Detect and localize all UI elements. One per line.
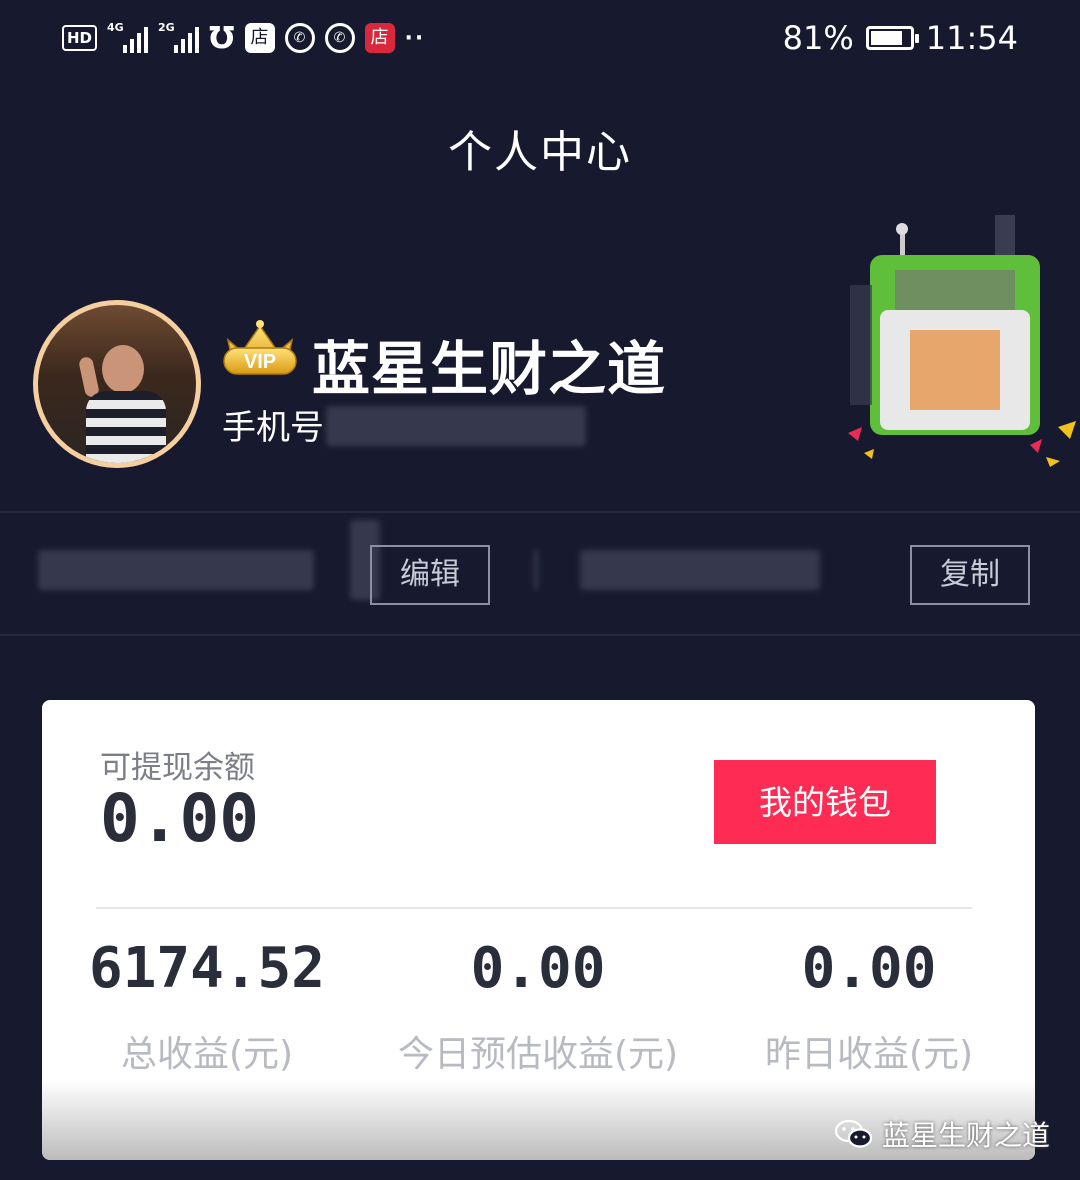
- stat-total-earnings[interactable]: 6174.52 总收益(元): [42, 936, 372, 1077]
- stat-yesterday-earnings[interactable]: 0.00 昨日收益(元): [704, 936, 1034, 1077]
- avatar[interactable]: [33, 300, 201, 468]
- battery-fill: [870, 31, 902, 45]
- signal-4g-icon: 4G: [107, 21, 149, 53]
- u-icon: Ʊ: [209, 20, 235, 56]
- watermark: 蓝星生财之道: [834, 1114, 1050, 1154]
- stat-value: 0.00: [801, 936, 937, 1001]
- store-icon: 店: [244, 23, 275, 53]
- more-dots-icon: ··: [404, 25, 426, 51]
- stat-label: 总收益(元): [120, 1034, 294, 1075]
- vip-crown-icon: VIP: [223, 320, 297, 375]
- avatar-body: [86, 391, 166, 463]
- status-icons-right: 81% 11:54: [783, 18, 1018, 58]
- phone-number-redacted: [326, 406, 586, 446]
- stat-value: 6174.52: [88, 936, 325, 1001]
- edit-button[interactable]: 编辑: [370, 545, 490, 605]
- clock: 11:54: [925, 19, 1018, 57]
- username: 蓝星生财之道: [312, 335, 667, 403]
- whatsapp-icon: ✆: [284, 23, 315, 53]
- redacted-text: [580, 550, 820, 590]
- avatar-hand: [77, 355, 101, 399]
- network-type-label: 4G: [107, 21, 124, 34]
- card-divider: [96, 907, 972, 909]
- wechat-icon: [834, 1119, 873, 1148]
- network-type-label: 2G: [158, 21, 175, 34]
- avatar-head: [102, 345, 144, 393]
- copy-button[interactable]: 复制: [910, 545, 1030, 605]
- vip-badge-text: VIP: [244, 351, 276, 373]
- redacted-text: [534, 550, 538, 590]
- earnings-card: 可提现余额 0.00 我的钱包 6174.52 总收益(元) 0.00 今日预估…: [42, 700, 1035, 1160]
- stat-label: 今日预估收益(元): [397, 1034, 679, 1075]
- my-wallet-button[interactable]: 我的钱包: [714, 760, 936, 844]
- stat-label: 昨日收益(元): [764, 1034, 974, 1075]
- page-title: 个人中心: [448, 127, 632, 178]
- battery-percent: 81%: [782, 19, 854, 57]
- divider: [0, 634, 1080, 636]
- hd-icon: HD: [62, 25, 98, 51]
- whatsapp-icon: ✆: [324, 23, 355, 53]
- redacted-text: [38, 550, 314, 590]
- store-red-icon: 店: [364, 23, 395, 53]
- divider: [0, 511, 1080, 513]
- mascot-illustration: [848, 215, 1076, 467]
- signal-2g-icon: 2G: [158, 21, 200, 53]
- stat-today-estimated[interactable]: 0.00 今日预估收益(元): [373, 936, 703, 1077]
- watermark-text: 蓝星生财之道: [882, 1119, 1051, 1152]
- stat-value: 0.00: [470, 936, 606, 1001]
- phone-label: 手机号: [222, 408, 324, 448]
- status-bar: HD 4G 2G Ʊ 店 ✆ ✆ 店 ·· 81% 11:54: [0, 0, 1080, 78]
- status-icons-left: HD 4G 2G Ʊ 店 ✆ ✆ 店 ··: [62, 18, 425, 58]
- battery-icon: [865, 26, 919, 50]
- balance-value: 0.00: [100, 780, 259, 857]
